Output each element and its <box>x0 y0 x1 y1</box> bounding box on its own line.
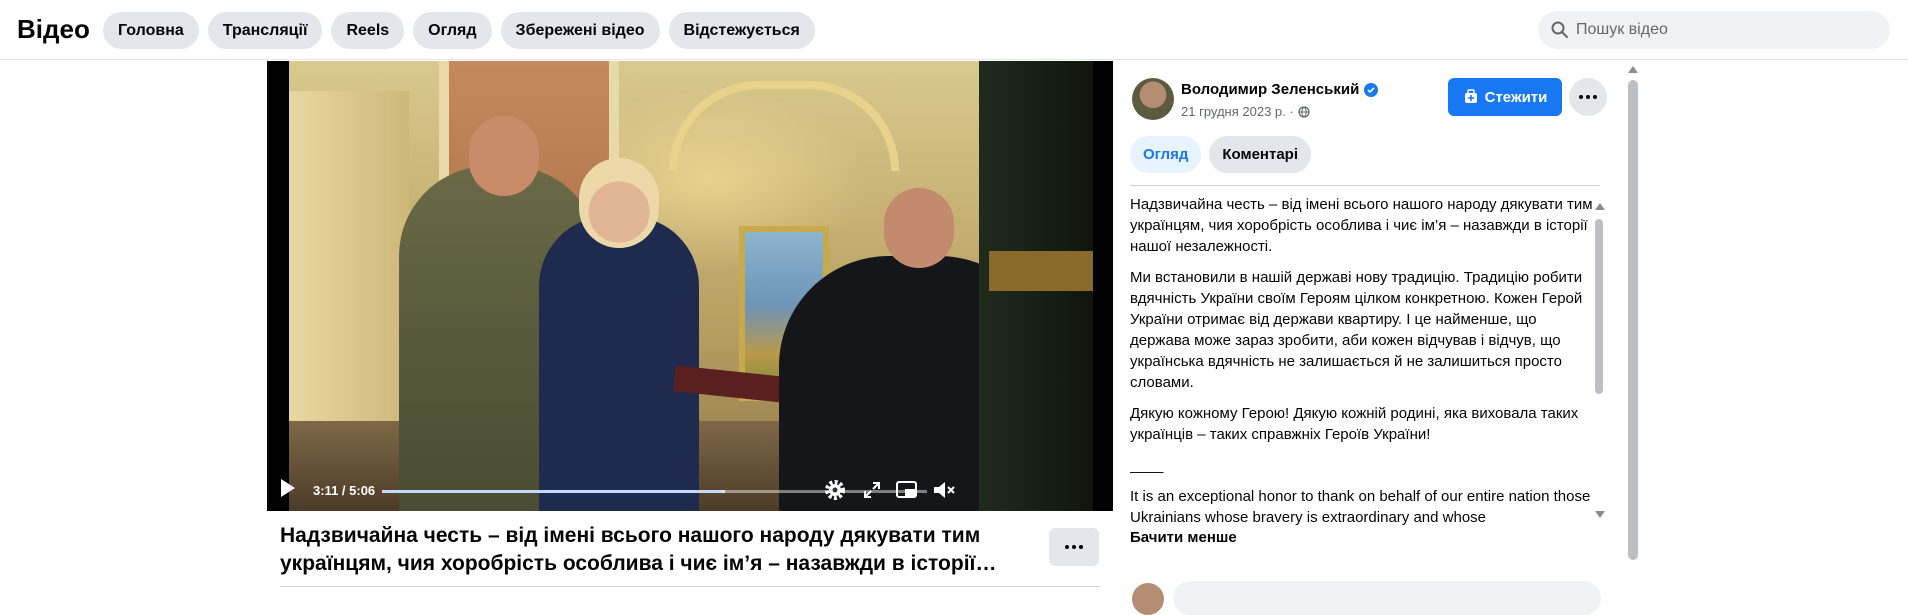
volume-muted-icon[interactable] <box>930 477 956 503</box>
tab-home[interactable]: Головна <box>103 12 199 49</box>
video-title: Надзвичайна честь – від імені всього наш… <box>280 524 981 575</box>
video-player[interactable]: 3:11 / 5:06 <box>267 61 1113 511</box>
post-description: Надзвичайна честь – від імені всього наш… <box>1130 194 1600 530</box>
post-tabs: Огляд Коментарі <box>1130 136 1311 173</box>
miniplayer-icon[interactable] <box>894 477 920 503</box>
video-more-options-button[interactable] <box>1049 528 1099 566</box>
play-icon[interactable] <box>281 479 295 497</box>
tab-saved-videos[interactable]: Збережені відео <box>500 12 660 49</box>
comment-input[interactable] <box>1173 581 1601 615</box>
page-scrollbar[interactable] <box>1628 80 1638 560</box>
description-paragraph: Надзвичайна честь – від імені всього наш… <box>1130 196 1593 255</box>
nav-tabs: Головна Трансляції Reels Огляд Збережені… <box>103 12 815 49</box>
divider <box>1130 185 1600 186</box>
scroll-up-icon[interactable] <box>1595 203 1605 210</box>
search-icon <box>1551 21 1568 38</box>
player-controls: 3:11 / 5:06 <box>267 471 1113 511</box>
search-input[interactable] <box>1576 21 1876 39</box>
see-less-link[interactable]: Бачити менше <box>1130 529 1237 546</box>
description-paragraph: Дякую кожному Герою! Дякую кожній родині… <box>1130 405 1579 443</box>
description-paragraph: ____ <box>1130 457 1164 474</box>
fullscreen-icon[interactable] <box>859 477 885 503</box>
follow-icon <box>1464 89 1477 103</box>
scroll-down-icon[interactable] <box>1595 511 1605 518</box>
tab-explore[interactable]: Огляд <box>413 12 492 49</box>
tab-overview[interactable]: Огляд <box>1130 136 1202 173</box>
globe-icon <box>1298 105 1310 118</box>
follow-label: Стежити <box>1484 88 1548 106</box>
description-scrollbar[interactable] <box>1593 201 1605 521</box>
scroll-up-icon[interactable] <box>1628 66 1638 73</box>
search-box[interactable] <box>1538 11 1890 49</box>
scroll-thumb[interactable] <box>1595 219 1603 394</box>
top-bar: Відео Головна Трансляції Reels Огляд Збе… <box>0 0 1908 60</box>
post-date[interactable]: 21 грудня 2023 р. · <box>1181 104 1294 119</box>
follow-button[interactable]: Стежити <box>1448 78 1562 116</box>
post-more-options-button[interactable] <box>1569 78 1607 116</box>
tab-comments[interactable]: Коментарі <box>1209 136 1311 173</box>
more-dot-icon <box>1579 95 1583 99</box>
post-panel: Володимир Зеленський 21 грудня 2023 р. ·… <box>1113 61 1613 615</box>
buffer-fill <box>382 490 726 493</box>
settings-icon[interactable] <box>822 477 848 503</box>
tab-live[interactable]: Трансляції <box>207 12 323 49</box>
tab-reels[interactable]: Reels <box>331 12 405 49</box>
description-paragraph: It is an exceptional honor to thank on b… <box>1130 488 1591 526</box>
time-display: 3:11 / 5:06 <box>313 483 376 498</box>
verified-badge-icon <box>1364 82 1379 97</box>
video-frame <box>289 61 1093 511</box>
avatar[interactable] <box>1132 78 1174 120</box>
tab-following[interactable]: Відстежується <box>668 12 815 49</box>
description-paragraph: Ми встановили в нашій державі нову тради… <box>1130 269 1583 391</box>
avatar <box>1132 583 1164 615</box>
page-title: Відео <box>17 14 90 44</box>
divider <box>280 586 1100 587</box>
author-name[interactable]: Володимир Зеленський <box>1181 81 1359 98</box>
more-dot-icon <box>1065 545 1069 549</box>
